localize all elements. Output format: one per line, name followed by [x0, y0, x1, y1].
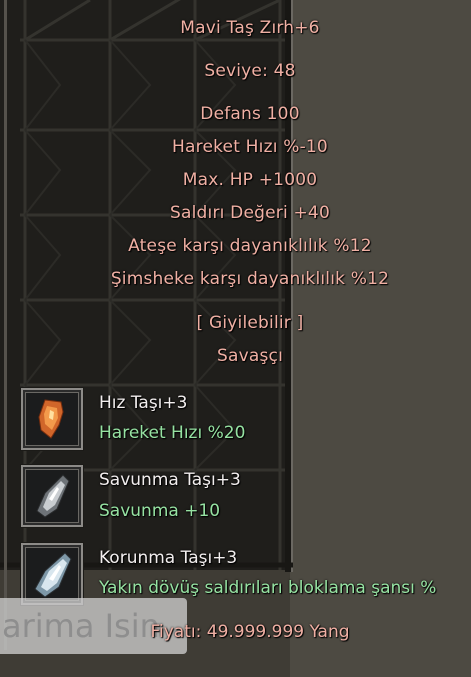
item-name: Mavi Taş Zırh+6	[180, 18, 320, 38]
stat-defense: Defans 100	[200, 104, 300, 124]
item-tooltip: Mavi Taş Zırh+6 Seviye: 48 Defans 100 Ha…	[0, 0, 471, 677]
stat-max-hp: Max. HP +1000	[182, 170, 318, 190]
stone-slot-3[interactable]	[20, 542, 84, 606]
speed-stone-icon	[38, 399, 64, 439]
defense-stone-icon	[36, 474, 70, 518]
wearable-label: [ Giyilebilir ]	[196, 313, 304, 333]
stone-3-name: Korunma Taşı+3	[99, 548, 238, 568]
stone-1-name: Hız Taşı+3	[99, 393, 188, 413]
stat-lightning-resistance: Şimsheke karşı dayanıklılık %12	[110, 269, 390, 289]
item-price: Fiyatı: 49.999.999 Yang	[150, 622, 350, 642]
stone-slot-2[interactable]	[20, 464, 84, 528]
class-label: Savaşçı	[216, 346, 283, 366]
stone-slot-1[interactable]	[20, 387, 84, 451]
item-level: Seviye: 48	[204, 61, 296, 81]
stat-fire-resistance: Ateşe karşı dayanıklılık %12	[128, 236, 372, 256]
stat-movement-speed: Hareket Hızı %-10	[172, 137, 328, 157]
protection-stone-icon	[34, 552, 72, 598]
stone-2-name: Savunma Taşı+3	[99, 470, 241, 490]
stat-attack-value: Saldırı Değeri +40	[170, 203, 330, 223]
stone-2-bonus: Savunma +10	[99, 501, 221, 521]
stone-3-bonus: Yakın dövüş saldırıları bloklama şansı %	[99, 578, 437, 598]
stone-1-bonus: Hareket Hızı %20	[99, 423, 246, 443]
